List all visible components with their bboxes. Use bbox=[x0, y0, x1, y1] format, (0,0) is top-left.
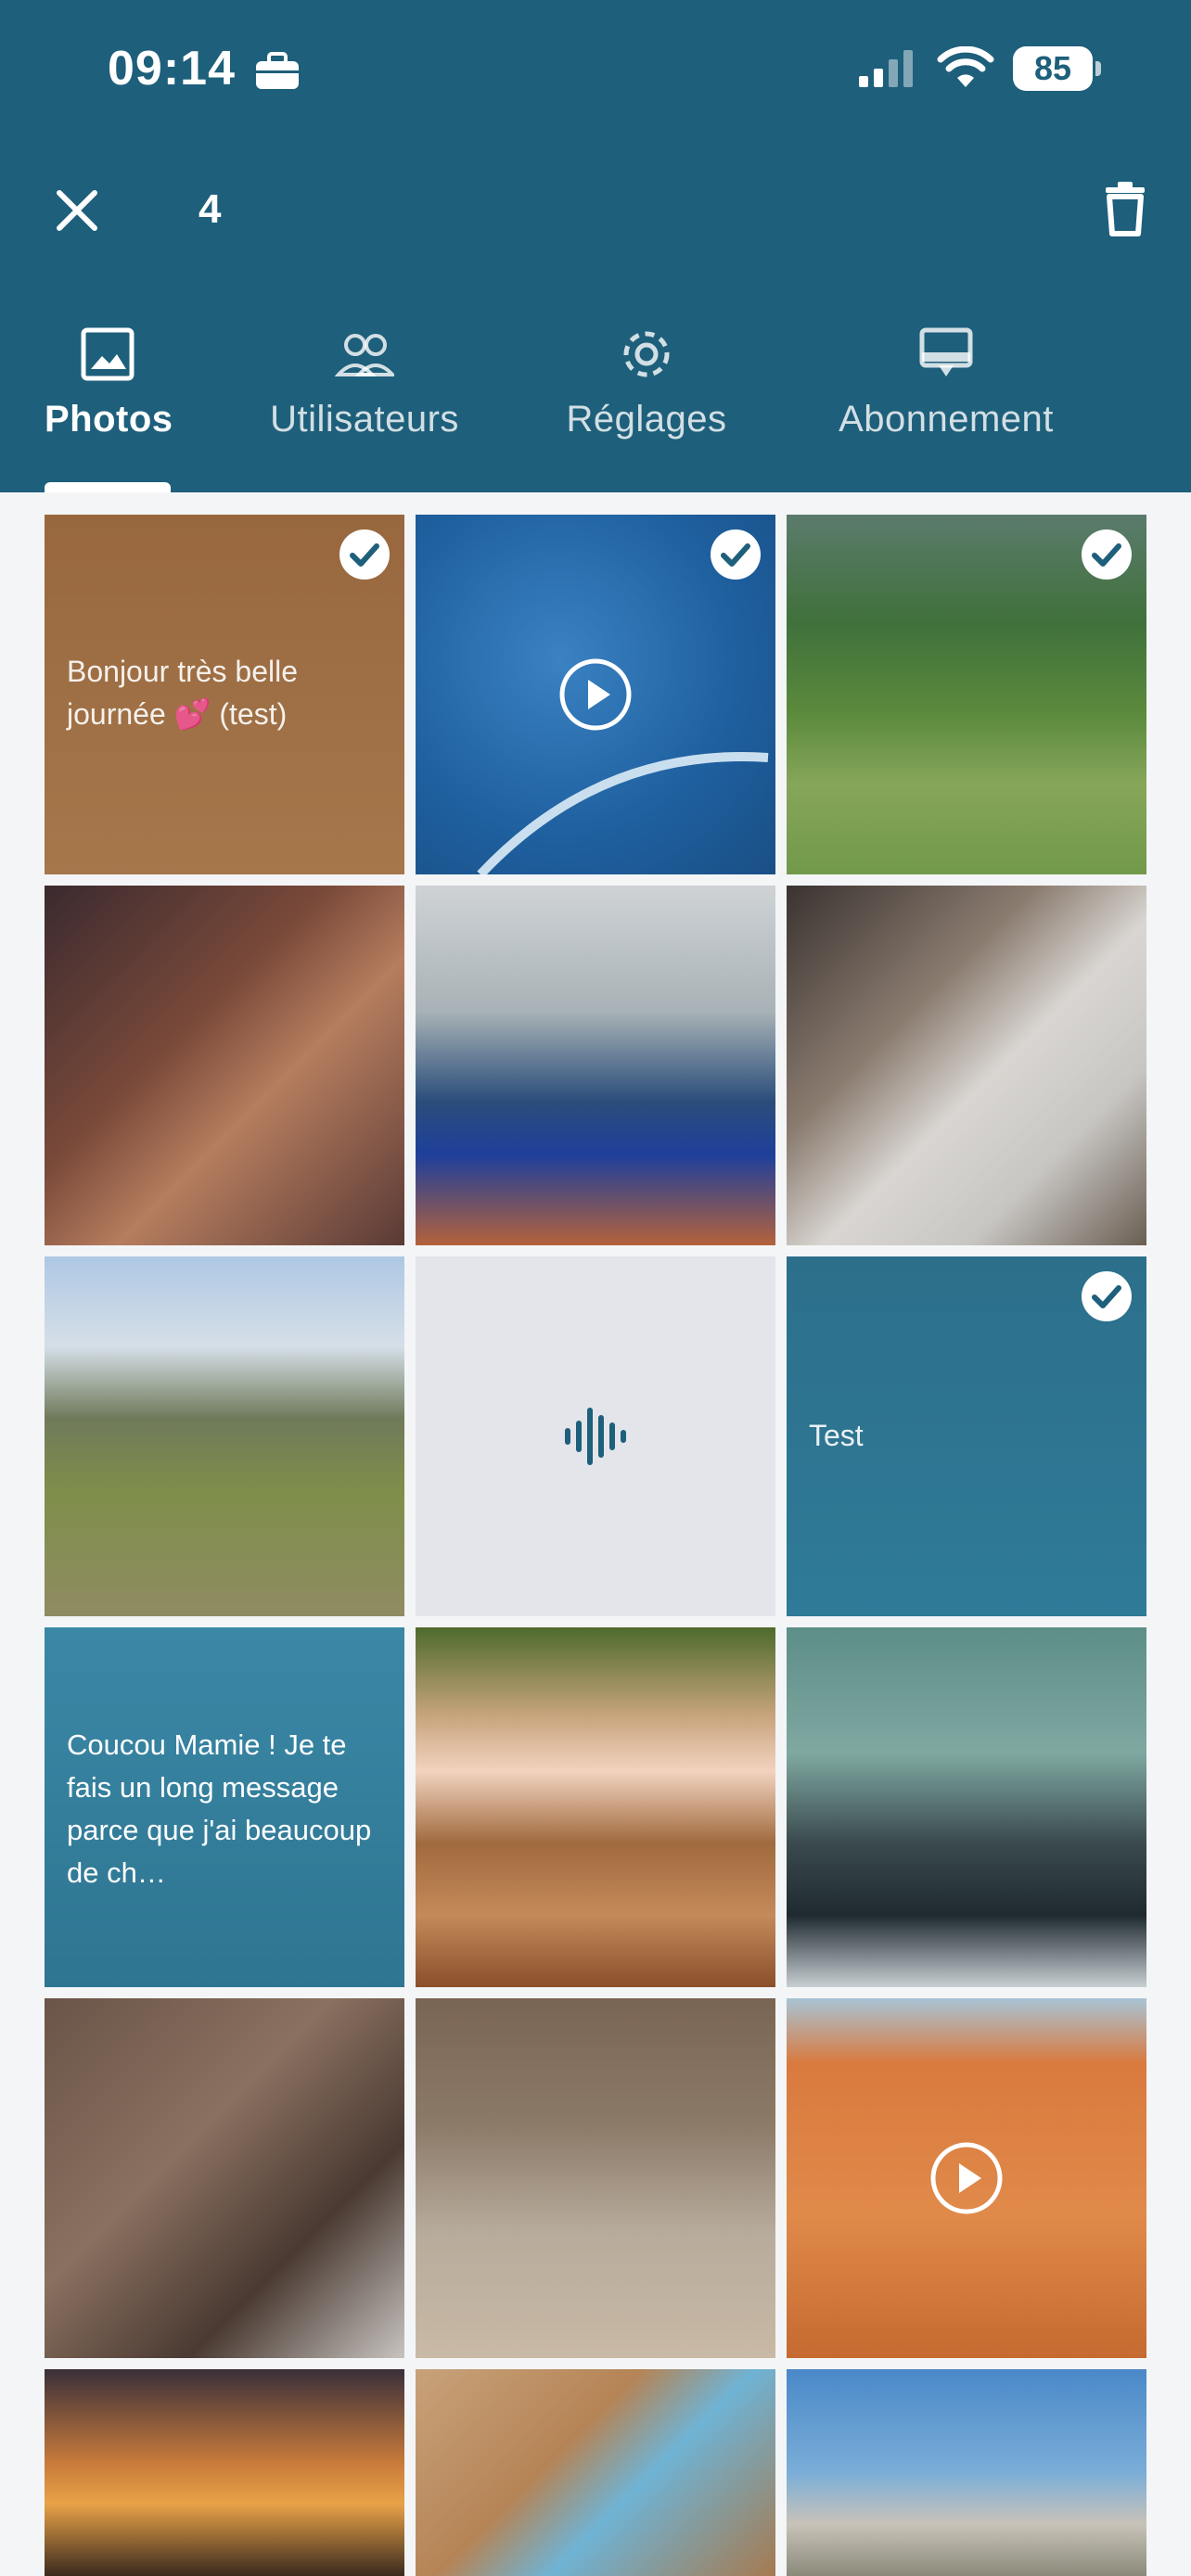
grid-item-photo-landscape[interactable] bbox=[787, 515, 1146, 874]
river-walk-thumbnail bbox=[45, 1256, 404, 1616]
image-icon bbox=[81, 327, 134, 381]
battery-tip bbox=[1095, 61, 1101, 76]
tab-bar: Photos Utilisateurs Réglages Abonnement bbox=[0, 325, 1191, 492]
tab-reglages[interactable]: Réglages bbox=[557, 325, 736, 492]
grid-item-text-message[interactable]: Bonjour très belle journée 💕 (test) bbox=[45, 515, 404, 874]
tab-label: Utilisateurs bbox=[270, 399, 459, 440]
penguins-thumbnail bbox=[416, 1998, 775, 2358]
grid-item-audio[interactable] bbox=[416, 1256, 775, 1616]
status-time: 09:14 bbox=[108, 42, 236, 96]
check-icon bbox=[711, 529, 761, 580]
text-message: Test bbox=[809, 1419, 864, 1452]
grid-item-photo-coast[interactable] bbox=[787, 2369, 1146, 2576]
grid-item-photo-boat[interactable] bbox=[787, 1627, 1146, 1987]
grid-item-photo-river-walk[interactable] bbox=[45, 1256, 404, 1616]
check-icon bbox=[339, 529, 390, 580]
cyclist-thumbnail bbox=[416, 1627, 775, 1987]
trash-icon[interactable] bbox=[1095, 178, 1156, 239]
desk-thumbnail bbox=[416, 2369, 775, 2576]
tab-abonnement[interactable]: Abonnement bbox=[820, 325, 1072, 492]
tab-utilisateurs[interactable]: Utilisateurs bbox=[260, 325, 469, 492]
users-icon bbox=[335, 334, 394, 376]
tab-label: Abonnement bbox=[839, 399, 1054, 440]
briefcase-icon bbox=[256, 52, 299, 89]
text-message: Coucou Mamie ! Je te fais un long messag… bbox=[67, 1728, 372, 1889]
tab-label: Réglages bbox=[566, 399, 727, 440]
gear-icon bbox=[623, 331, 670, 377]
grid-item-photo-sunset[interactable] bbox=[45, 2369, 404, 2576]
frame-box-thumbnail bbox=[787, 886, 1146, 1245]
frame-icon bbox=[919, 327, 973, 376]
audio-wave-icon bbox=[565, 1408, 626, 1465]
group-photo-thumbnail bbox=[45, 886, 404, 1245]
grid-item-text-test[interactable]: Test bbox=[787, 1256, 1146, 1616]
selected-count: 4 bbox=[198, 186, 222, 232]
grid-item-photo-exhibition[interactable] bbox=[416, 886, 775, 1245]
status-bar: 09:14 85 bbox=[0, 0, 1191, 139]
boat-thumbnail bbox=[787, 1627, 1146, 1987]
grid-item-photo-penguins[interactable] bbox=[416, 1998, 775, 2358]
wifi-icon bbox=[937, 46, 994, 87]
selection-toolbar: 4 bbox=[0, 158, 1191, 260]
play-icon bbox=[930, 2142, 1003, 2214]
coast-thumbnail bbox=[787, 2369, 1146, 2576]
grid-item-text-long[interactable]: Coucou Mamie ! Je te fais un long messag… bbox=[45, 1627, 404, 1987]
grid-item-video[interactable] bbox=[416, 515, 775, 874]
battery-icon: 85 bbox=[1013, 46, 1102, 91]
grid-item-photo-frame-box[interactable] bbox=[787, 886, 1146, 1245]
text-message: Bonjour très belle journée 💕 (test) bbox=[67, 655, 299, 731]
grid-item-photo-cat[interactable] bbox=[45, 1998, 404, 2358]
grid-item-photo-desk[interactable] bbox=[416, 2369, 775, 2576]
close-icon[interactable] bbox=[46, 180, 108, 241]
cat-thumbnail bbox=[45, 1998, 404, 2358]
app-header: 09:14 85 4 Photos Utilisateurs Réglages … bbox=[0, 0, 1191, 492]
grid-item-video-table[interactable] bbox=[787, 1998, 1146, 2358]
play-icon bbox=[559, 658, 632, 731]
grid-item-photo-group[interactable] bbox=[45, 886, 404, 1245]
battery-level: 85 bbox=[1033, 49, 1072, 87]
cellular-signal-icon bbox=[859, 50, 913, 87]
check-icon bbox=[1082, 529, 1132, 580]
grid-item-photo-cyclist[interactable] bbox=[416, 1627, 775, 1987]
check-icon bbox=[1082, 1271, 1132, 1321]
tab-label: Photos bbox=[45, 399, 173, 440]
sunset-thumbnail bbox=[45, 2369, 404, 2576]
active-tab-indicator bbox=[45, 482, 171, 492]
exhibition-photo-thumbnail bbox=[416, 886, 775, 1245]
tab-photos[interactable]: Photos bbox=[45, 325, 173, 492]
